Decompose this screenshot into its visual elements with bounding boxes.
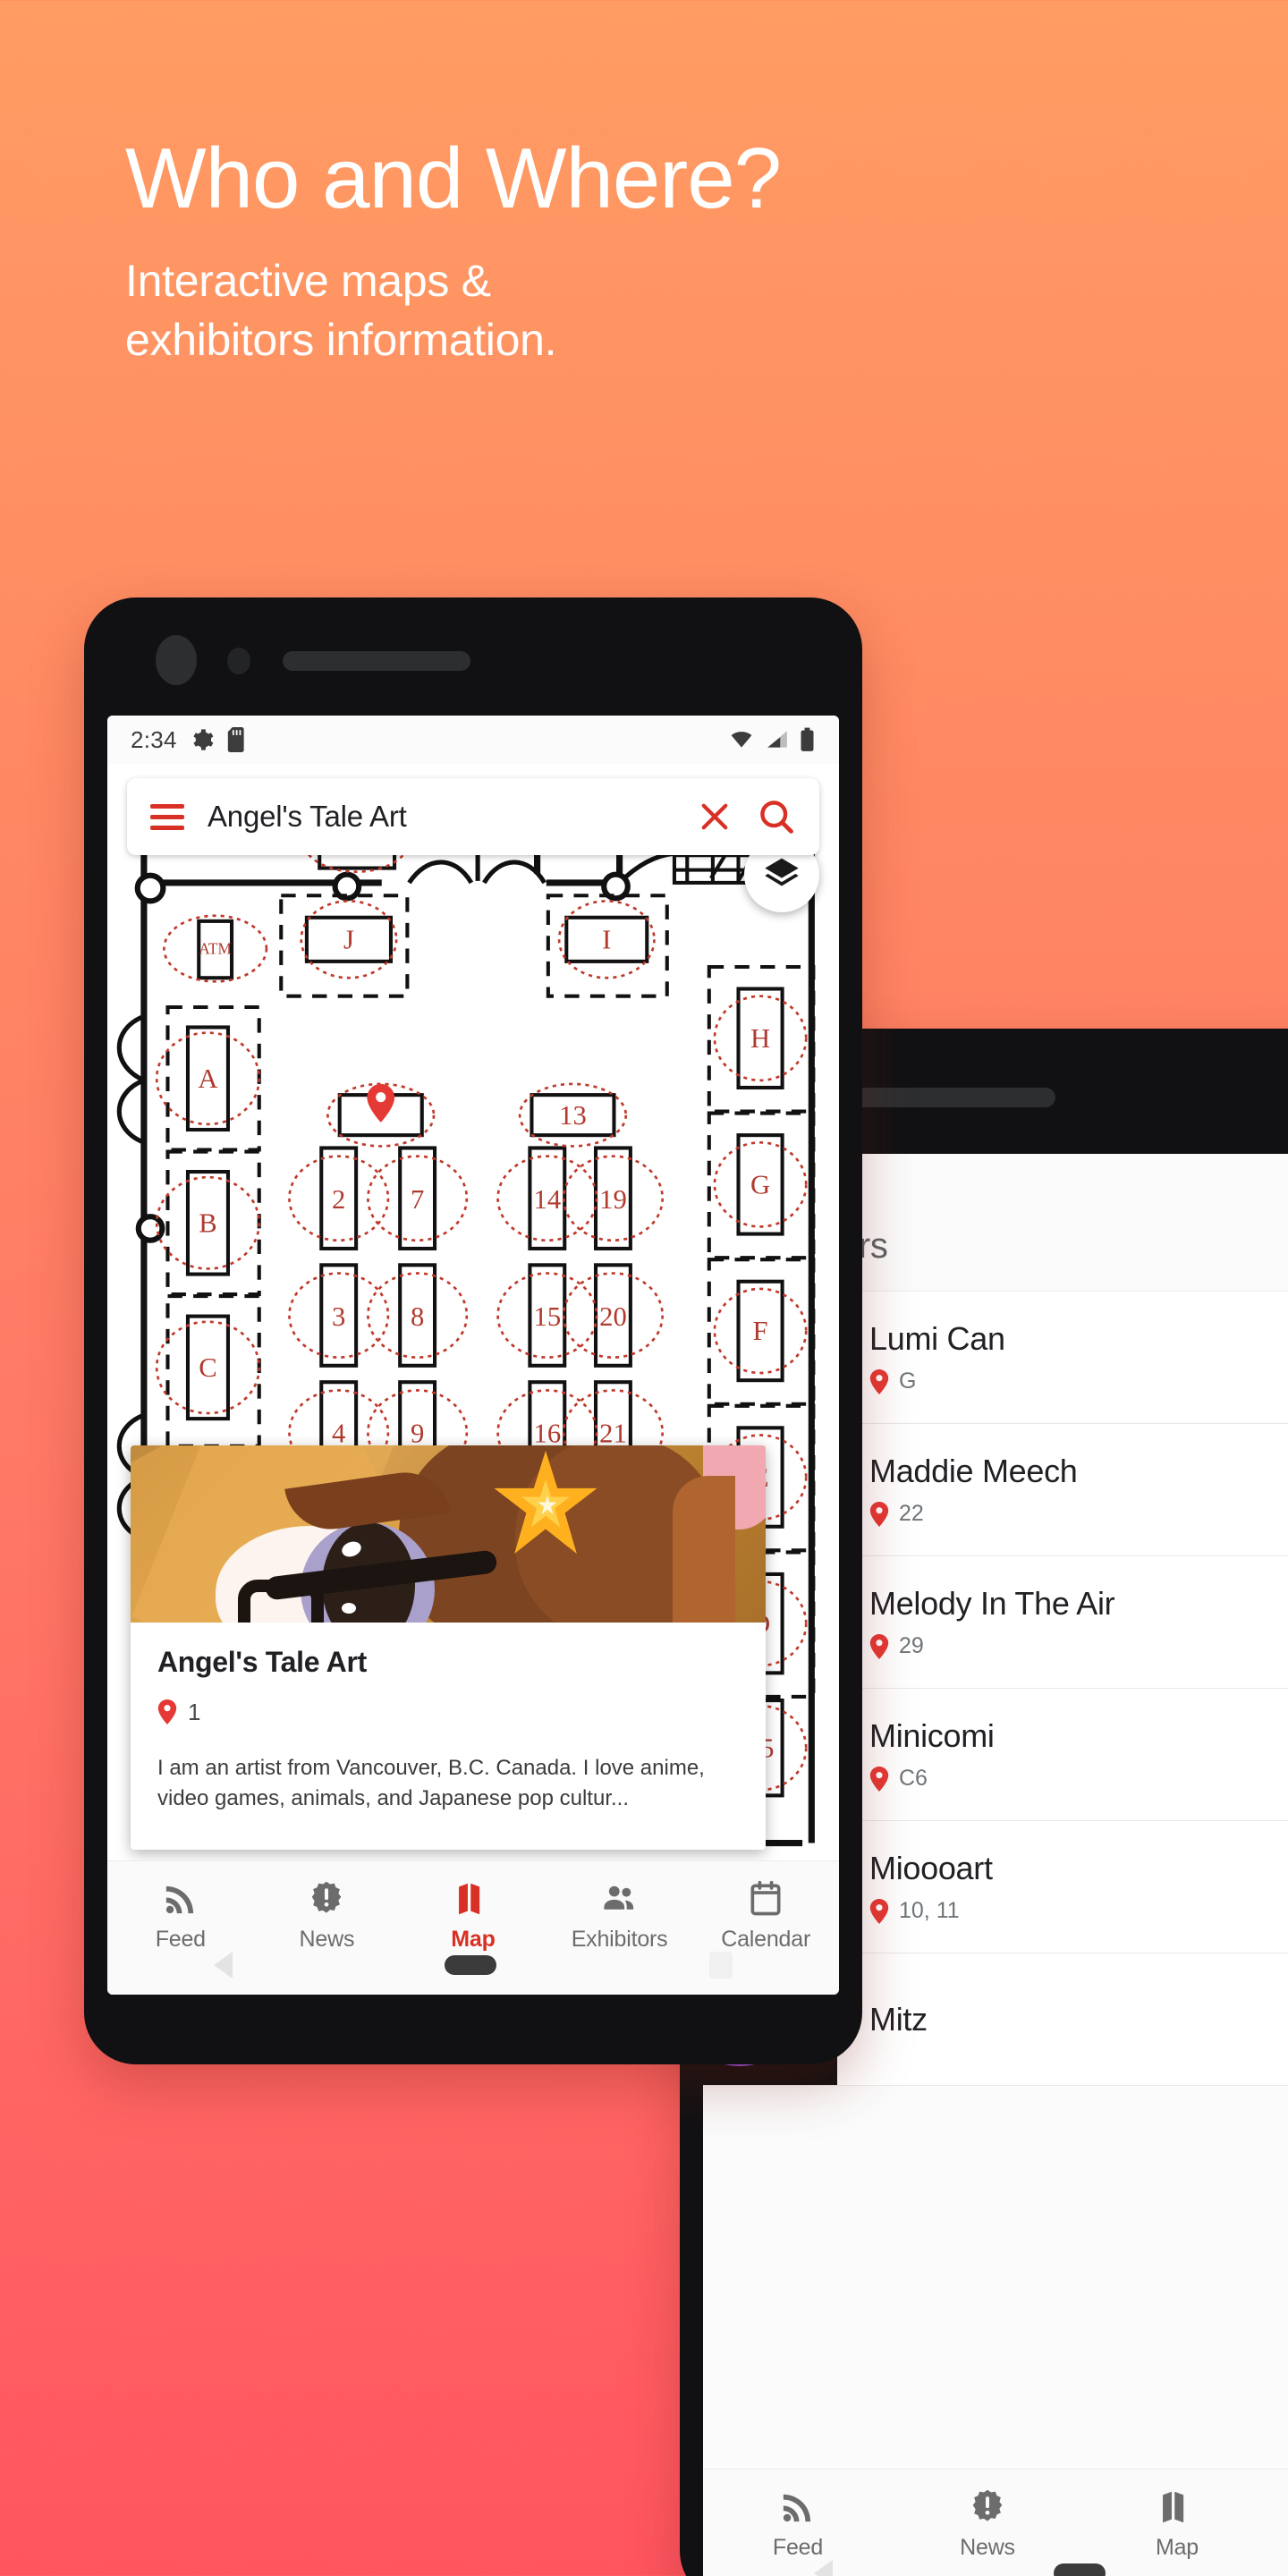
svg-text:16: 16: [533, 1419, 561, 1449]
exhibitor-card-description: I am an artist from Vancouver, B.C. Cana…: [157, 1755, 705, 1810]
svg-text:8: 8: [411, 1301, 424, 1332]
svg-text:14: 14: [533, 1184, 561, 1215]
search-input[interactable]: Angel's Tale Art: [208, 800, 673, 834]
exhibitor-location: 22: [869, 1501, 1288, 1527]
exhibitor-booth: G: [899, 1368, 917, 1394]
location-pin-icon: [869, 1368, 889, 1394]
earpiece-speaker: [283, 651, 470, 671]
people-icon: [603, 1885, 633, 1910]
clear-search-button[interactable]: [696, 798, 733, 835]
system-recents-icon[interactable]: [709, 1952, 733, 1979]
exhibitor-location: 10, 11: [869, 1898, 1288, 1924]
search-bar[interactable]: Angel's Tale Art: [127, 778, 819, 855]
rss-icon: [783, 2494, 811, 2522]
search-icon: [760, 801, 793, 834]
menu-icon[interactable]: [150, 803, 184, 830]
exhibitor-location: 29: [869, 1633, 1288, 1659]
search-bar-container: Angel's Tale Art: [107, 764, 839, 855]
phone-a-screen: 35 ATM J I A B C 34 13 2 7 3 8 4 9 14 19: [107, 716, 839, 1995]
status-bar-a: 2:34: [107, 716, 839, 764]
hero-subtitle: Interactive maps & exhibitors informatio…: [125, 251, 1154, 369]
svg-text:F: F: [753, 1316, 768, 1346]
page-title: Who and Where?: [125, 131, 782, 226]
announcement-icon: [312, 1881, 342, 1913]
exhibitor-booth: C6: [899, 1766, 928, 1791]
system-home-icon[interactable]: [1054, 2563, 1106, 2576]
location-pin-icon: [869, 1898, 889, 1924]
phone-a-bezel: [84, 597, 862, 714]
svg-text:A: A: [198, 1063, 217, 1094]
svg-text:15: 15: [533, 1301, 561, 1332]
sd-card-icon: [227, 727, 244, 752]
location-pin-icon: [869, 1766, 889, 1792]
location-pin-icon: [869, 1501, 889, 1527]
calendar-icon: [750, 1880, 781, 1916]
exhibitor-info-card[interactable]: Angel's Tale Art 1 I am an artist from V…: [131, 1445, 766, 1850]
exhibitor-booth: 10, 11: [899, 1898, 960, 1923]
signal-icon: [767, 731, 787, 748]
system-home-icon[interactable]: [445, 1955, 497, 1975]
system-back-icon[interactable]: [213, 1952, 233, 1979]
svg-text:B: B: [199, 1208, 216, 1239]
svg-text:7: 7: [411, 1184, 424, 1215]
svg-text:21: 21: [599, 1419, 627, 1449]
close-icon: [701, 803, 728, 830]
exhibitor-booth: 29: [899, 1633, 924, 1658]
phone-map: 35 ATM J I A B C 34 13 2 7 3 8 4 9 14 19: [84, 597, 862, 2064]
exhibitor-booth: 22: [899, 1501, 924, 1526]
status-time: 2:34: [131, 725, 177, 753]
svg-text:I: I: [602, 925, 611, 955]
svg-text:13: 13: [559, 1100, 587, 1131]
map-icon: [459, 1883, 480, 1915]
exhibitor-card-body: Angel's Tale Art 1 I am an artist from V…: [131, 1623, 766, 1850]
exhibitor-name: Mitz: [869, 2000, 928, 2038]
exhibitor-card-booth: 1: [188, 1698, 201, 1725]
exhibitor-name: Minicomi: [869, 1717, 995, 1754]
exhibitor-name: Maddie Meech: [869, 1453, 1078, 1489]
exhibitor-name: Mioooart: [869, 1850, 993, 1886]
svg-text:20: 20: [599, 1301, 627, 1332]
rss-icon: [165, 1885, 193, 1914]
wifi-icon: [731, 732, 752, 748]
hero-subtitle-line-1: Interactive maps &: [125, 255, 491, 306]
svg-text:4: 4: [332, 1419, 345, 1449]
map-icon: [1163, 2491, 1184, 2523]
front-camera-icon: [156, 635, 197, 685]
svg-text:9: 9: [411, 1419, 424, 1449]
map-canvas[interactable]: 35 ATM J I A B C 34 13 2 7 3 8 4 9 14 19: [107, 764, 839, 1860]
earpiece-speaker: [832, 1088, 1055, 1107]
system-navigation-a[interactable]: [107, 1936, 839, 1995]
search-button[interactable]: [757, 797, 796, 836]
exhibitor-location: G: [869, 1368, 1288, 1394]
svg-text:G: G: [750, 1170, 770, 1200]
exhibitor-name: Lumi Can: [869, 1320, 1005, 1357]
hero-subtitle-line-2: exhibitors information.: [125, 314, 557, 365]
svg-text:19: 19: [599, 1184, 627, 1215]
hero-text-block: Who and Where? Interactive maps & exhibi…: [125, 131, 1154, 369]
svg-text:3: 3: [332, 1301, 345, 1332]
battery-icon: [801, 727, 814, 751]
exhibitor-name: Melody In The Air: [869, 1585, 1115, 1622]
exhibitor-card-title: Angel's Tale Art: [157, 1645, 367, 1678]
location-pin-icon: [157, 1699, 177, 1725]
svg-text:H: H: [750, 1023, 770, 1054]
gear-icon: [193, 729, 214, 750]
svg-text:C: C: [199, 1352, 216, 1383]
system-navigation-b[interactable]: [703, 2544, 1288, 2576]
layers-icon: [765, 858, 799, 886]
system-back-icon[interactable]: [813, 2560, 833, 2576]
location-pin-icon: [869, 1633, 889, 1659]
exhibitor-cover-image: [131, 1445, 766, 1623]
announcement-icon: [972, 2489, 1003, 2521]
sensor-icon: [227, 648, 250, 674]
exhibitor-location: C6: [869, 1766, 1288, 1792]
svg-text:ATM: ATM: [199, 941, 232, 958]
exhibitor-card-location: 1: [157, 1699, 739, 1726]
svg-text:J: J: [343, 925, 354, 955]
svg-text:2: 2: [332, 1184, 345, 1215]
